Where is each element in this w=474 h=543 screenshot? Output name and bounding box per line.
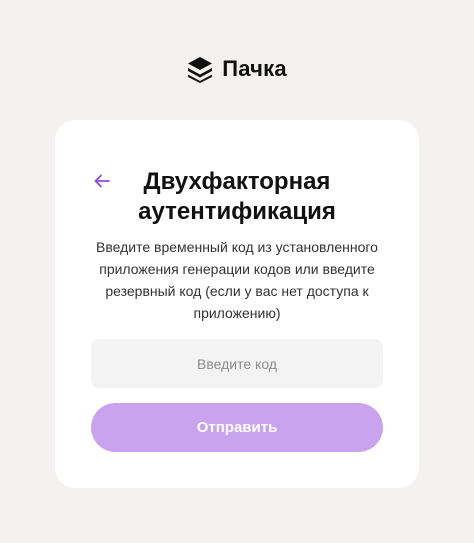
code-input[interactable] <box>91 339 383 388</box>
page-title: Двухфакторная аутентификация <box>55 167 419 227</box>
brand-logo: Пачка <box>0 53 474 85</box>
brand-name: Пачка <box>222 56 287 81</box>
page-title-line-2: аутентификация <box>138 198 336 225</box>
instructions-text: Введите временный код из установленного … <box>96 239 378 321</box>
page-title-line-1: Двухфакторная <box>143 168 331 195</box>
two-factor-card: Двухфакторная аутентификация Введите вре… <box>55 120 419 488</box>
stacked-layers-logo-icon <box>188 56 213 83</box>
submit-button[interactable]: Отправить <box>91 403 383 452</box>
